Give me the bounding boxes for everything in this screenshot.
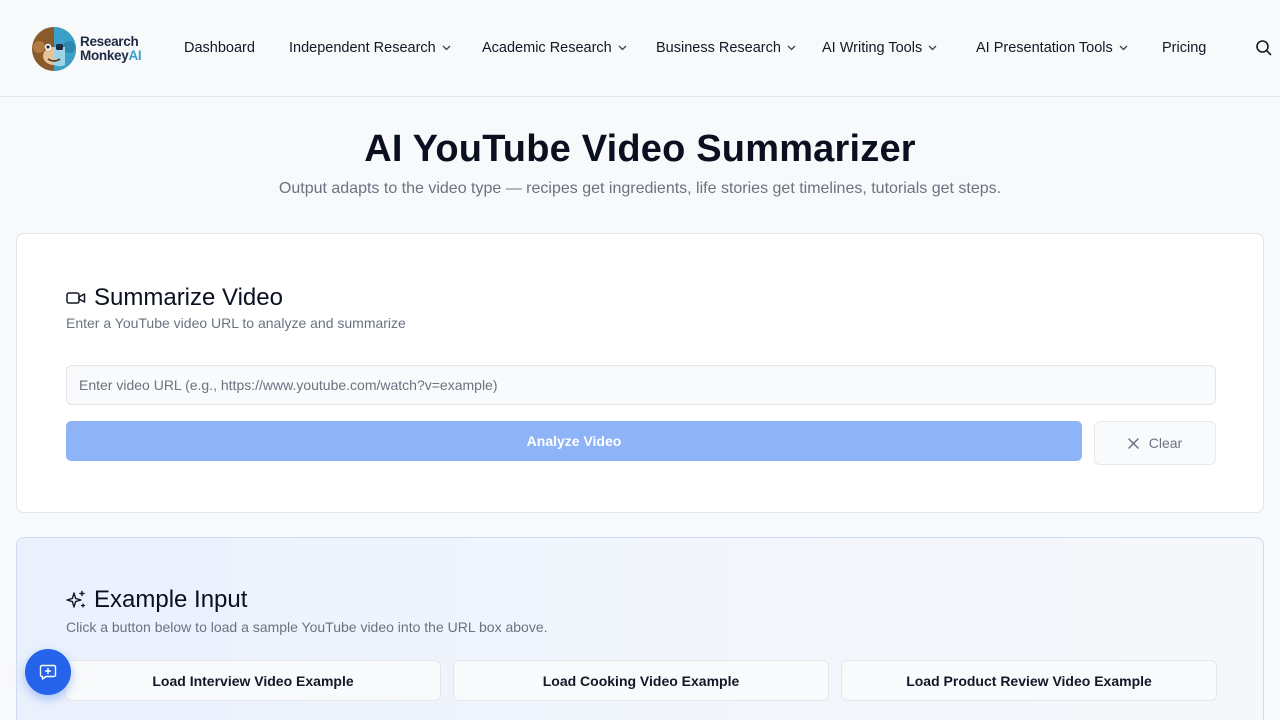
load-cooking-example-button[interactable]: Load Cooking Video Example	[453, 660, 829, 701]
chat-plus-icon	[39, 664, 57, 680]
search-button[interactable]	[1254, 38, 1274, 58]
chevron-down-icon	[442, 45, 451, 51]
summarize-title: Summarize Video	[94, 284, 283, 311]
example-input-card: Example Input Click a button below to lo…	[16, 537, 1264, 720]
nav-label: AI Presentation Tools	[976, 40, 1113, 56]
analyze-video-button[interactable]: Analyze Video	[66, 421, 1082, 461]
chevron-down-icon	[1119, 45, 1128, 51]
top-navbar: Research MonkeyAI Dashboard Independent …	[0, 0, 1280, 97]
page-title: AI YouTube Video Summarizer	[364, 128, 916, 170]
example-description: Click a button below to load a sample Yo…	[66, 619, 548, 635]
load-interview-example-button[interactable]: Load Interview Video Example	[65, 660, 441, 701]
nav-independent-research[interactable]: Independent Research	[289, 38, 451, 58]
video-camera-icon	[66, 292, 86, 304]
load-product-review-example-button[interactable]: Load Product Review Video Example	[841, 660, 1217, 701]
chevron-down-icon	[787, 45, 796, 51]
example-title: Example Input	[94, 586, 248, 613]
example-header: Example Input	[66, 586, 247, 614]
clear-label: Clear	[1148, 435, 1183, 451]
nav-ai-writing-tools[interactable]: AI Writing Tools	[822, 38, 937, 58]
summarize-description: Enter a YouTube video URL to analyze and…	[66, 315, 406, 331]
chevron-down-icon	[618, 45, 627, 51]
close-icon	[1128, 437, 1139, 449]
clear-button[interactable]: Clear	[1094, 421, 1216, 465]
page-subtitle: Output adapts to the video type — recipe…	[278, 180, 1002, 197]
nav-dashboard[interactable]: Dashboard	[184, 38, 255, 58]
nav-label: Business Research	[656, 40, 781, 56]
nav-label: Dashboard	[184, 40, 255, 56]
nav-label: Academic Research	[482, 40, 612, 56]
nav-ai-presentation-tools[interactable]: AI Presentation Tools	[976, 38, 1128, 58]
feedback-chat-button[interactable]	[25, 649, 71, 695]
nav-business-research[interactable]: Business Research	[656, 38, 796, 58]
search-icon	[1256, 40, 1272, 56]
nav-label: Pricing	[1162, 40, 1207, 56]
summarize-header: Summarize Video	[66, 284, 283, 312]
main-nav: Dashboard Independent Research Academic …	[0, 0, 1280, 97]
sparkles-icon	[66, 590, 86, 608]
video-url-input[interactable]	[66, 365, 1216, 405]
chevron-down-icon	[928, 45, 937, 51]
nav-academic-research[interactable]: Academic Research	[482, 38, 627, 58]
nav-label: AI Writing Tools	[822, 40, 923, 56]
summarize-card: Summarize Video Enter a YouTube video UR…	[16, 233, 1264, 513]
nav-label: Independent Research	[289, 40, 436, 56]
nav-pricing[interactable]: Pricing	[1162, 38, 1206, 58]
